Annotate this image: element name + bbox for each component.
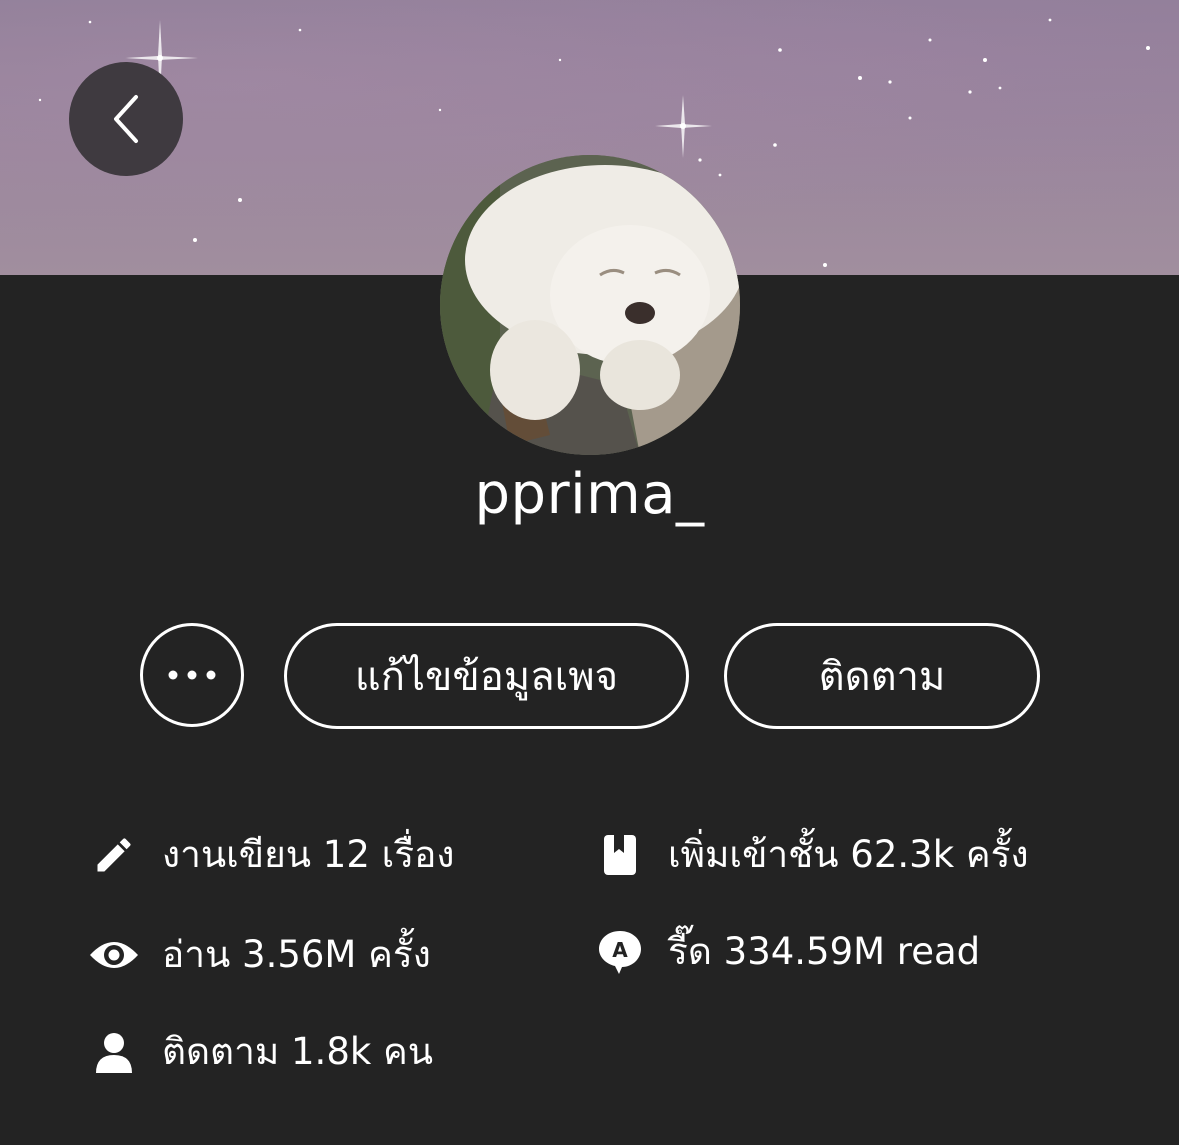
stat-followers: ติดตาม 1.8k คน bbox=[84, 1022, 433, 1081]
svg-text:A: A bbox=[612, 938, 628, 962]
avatar[interactable] bbox=[440, 155, 740, 455]
stat-reads-text: อ่าน 3.56M ครั้ง bbox=[162, 933, 431, 976]
speech-bubble-a-icon: A bbox=[590, 927, 650, 977]
username: pprima_ bbox=[474, 462, 705, 527]
follow-label: ติดตาม bbox=[818, 654, 946, 700]
edit-page-button[interactable]: แก้ไขข้อมูลเพจ bbox=[284, 623, 689, 729]
pencil-icon bbox=[84, 830, 144, 880]
person-icon bbox=[84, 1027, 144, 1077]
edit-page-label: แก้ไขข้อมูลเพจ bbox=[354, 654, 619, 700]
eye-icon bbox=[84, 930, 144, 980]
stat-works-text: งานเขียน 12 เรื่อง bbox=[162, 833, 455, 876]
stat-read-count-text: รี๊ด 334.59M read bbox=[668, 930, 981, 973]
chevron-left-icon bbox=[114, 95, 138, 143]
stat-read-count: A รี๊ด 334.59M read bbox=[590, 922, 980, 981]
stat-works: งานเขียน 12 เรื่อง bbox=[84, 825, 454, 884]
back-button[interactable] bbox=[69, 62, 183, 176]
stat-reads: อ่าน 3.56M ครั้ง bbox=[84, 925, 431, 984]
more-dots-icon bbox=[168, 670, 216, 680]
more-options-button[interactable] bbox=[140, 623, 244, 727]
stat-shelf-text: เพิ่มเข้าชั้น 62.3k ครั้ง bbox=[668, 833, 1029, 876]
bookmark-book-icon bbox=[590, 830, 650, 880]
avatar-image bbox=[440, 155, 740, 455]
stat-followers-text: ติดตาม 1.8k คน bbox=[162, 1030, 434, 1073]
stat-shelf: เพิ่มเข้าชั้น 62.3k ครั้ง bbox=[590, 825, 1029, 884]
follow-button[interactable]: ติดตาม bbox=[724, 623, 1040, 729]
